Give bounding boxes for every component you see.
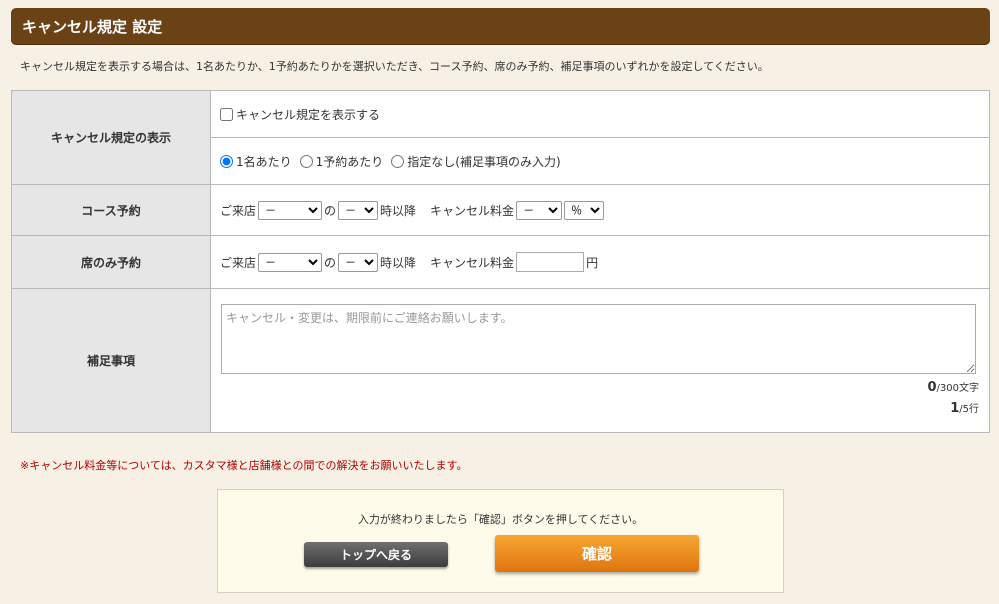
course-day-select[interactable]: －: [258, 200, 323, 220]
seat-row-label: 席のみ予約: [11, 235, 211, 289]
disclaimer-notice: ※キャンセル料金等については、カスタマ様と店舗様との間での解決をお願いいたします…: [20, 459, 468, 472]
line-counter: 1/5行: [950, 401, 979, 416]
radio-per-person-input[interactable]: [220, 154, 233, 168]
seat-row-cell: ご来店 － の － 時以降 キャンセル料金 円: [210, 235, 990, 289]
note-row-label: 補足事項: [11, 288, 211, 433]
show-policy-checkbox[interactable]: [220, 107, 233, 121]
page-title: キャンセル規定 設定: [22, 18, 163, 36]
confirm-button[interactable]: 確認: [495, 535, 699, 572]
seat-day-select[interactable]: －: [258, 252, 323, 272]
radio-per-reservation-input[interactable]: [299, 154, 313, 168]
note-textarea[interactable]: [221, 304, 976, 374]
display-radio-cell: 1名あたり 1予約あたり 指定なし(補足事項のみ入力): [210, 137, 990, 185]
radio-unspecified[interactable]: 指定なし(補足事項のみ入力): [391, 153, 561, 170]
radio-unspecified-input[interactable]: [391, 154, 405, 168]
display-row-label: キャンセル規定の表示: [11, 90, 211, 185]
course-row-label: コース予約: [11, 184, 211, 236]
char-counter: 0/300文字: [927, 380, 979, 395]
show-policy-checkbox-label[interactable]: キャンセル規定を表示する: [220, 106, 380, 123]
cancel-policy-form: キャンセル規定の表示 キャンセル規定を表示する 1名あたり 1予約あたり 指定な…: [11, 90, 990, 433]
intro-text: キャンセル規定を表示する場合は、1名あたりか、1予約あたりかを選択いただき、コー…: [20, 60, 769, 73]
back-to-top-button[interactable]: トップへ戻る: [304, 542, 448, 567]
page-header: キャンセル規定 設定: [11, 8, 990, 44]
seat-fee-input[interactable]: [516, 252, 585, 272]
action-message: 入力が終わりましたら「確認」ボタンを押してください。: [357, 513, 644, 526]
course-fee-unit-select[interactable]: ％: [564, 200, 605, 220]
action-panel: 入力が終わりましたら「確認」ボタンを押してください。 トップへ戻る 確認: [217, 489, 784, 593]
seat-time-select[interactable]: －: [338, 252, 379, 272]
note-row-cell: 0/300文字 1/5行: [210, 288, 990, 433]
course-fee-select[interactable]: －: [516, 200, 563, 220]
course-time-select[interactable]: －: [338, 200, 379, 220]
display-checkbox-cell: キャンセル規定を表示する: [210, 90, 990, 138]
course-row-cell: ご来店 － の － 時以降 キャンセル料金 － ％: [210, 184, 990, 236]
radio-per-reservation[interactable]: 1予約あたり: [299, 153, 383, 170]
radio-per-person[interactable]: 1名あたり: [220, 153, 292, 170]
